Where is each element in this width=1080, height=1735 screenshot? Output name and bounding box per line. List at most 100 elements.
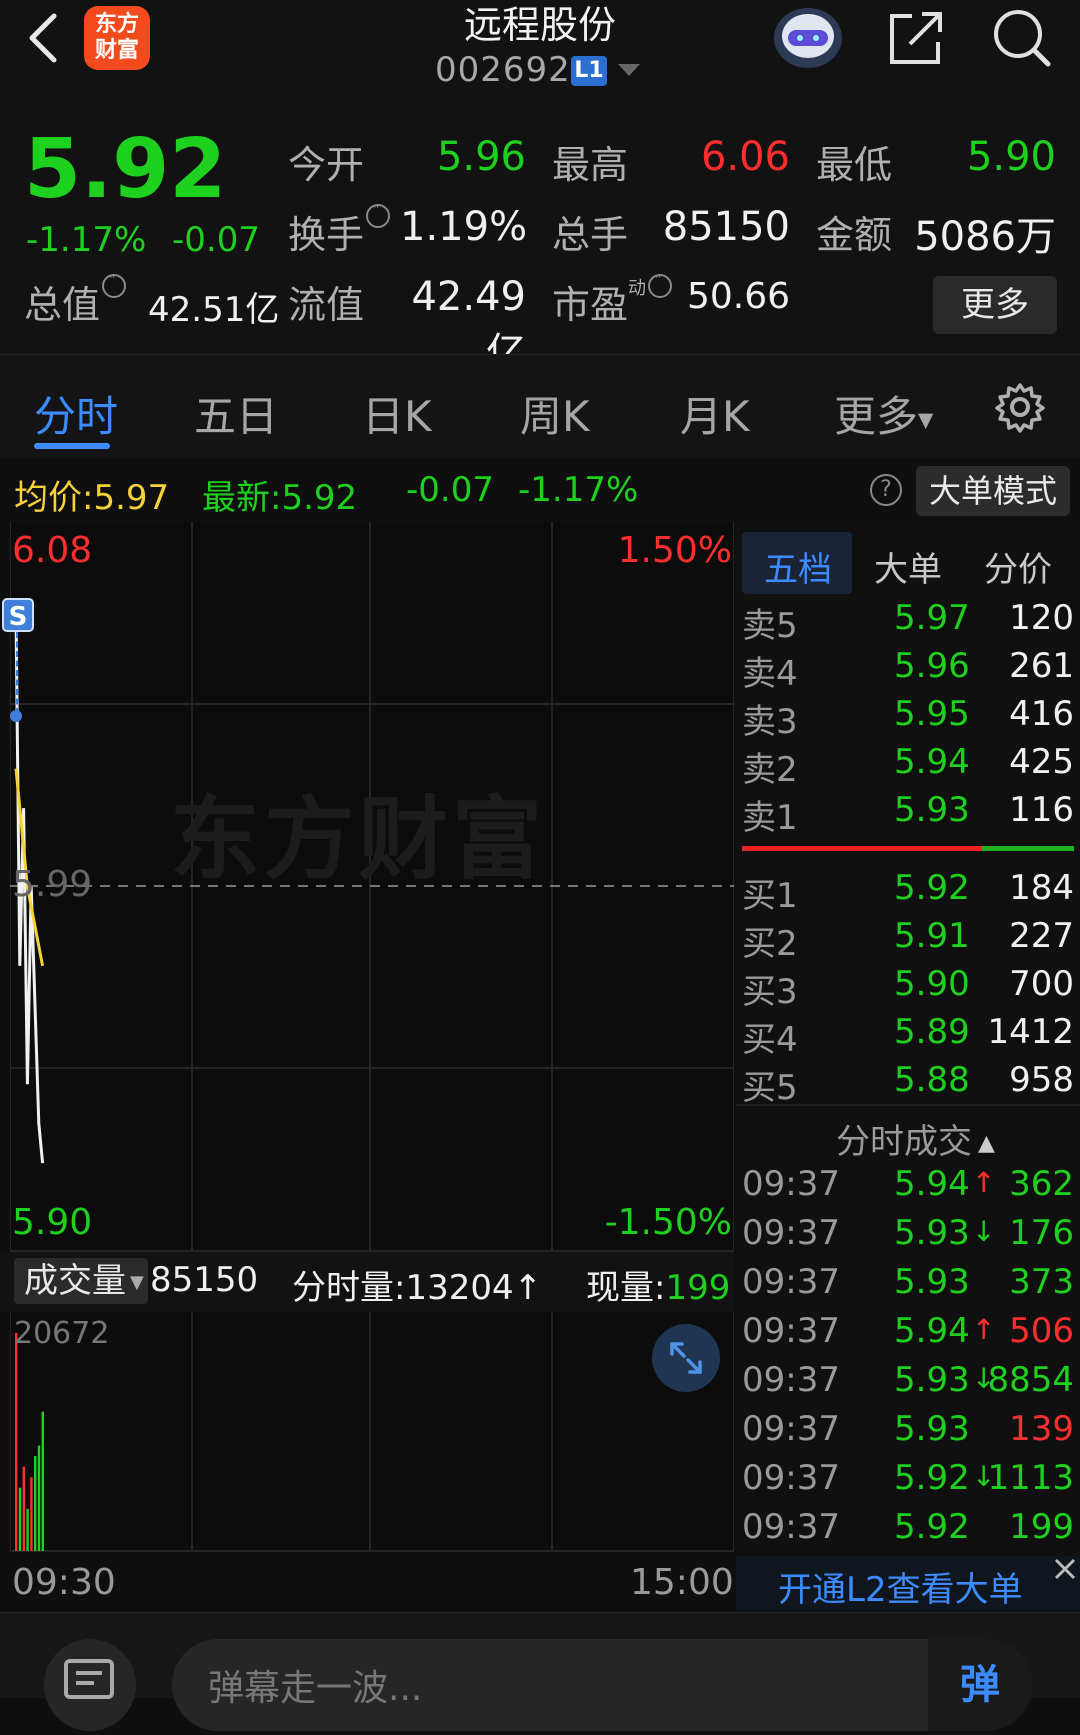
- tab-big-orders[interactable]: 大单: [874, 542, 942, 591]
- tab-five-day[interactable]: 五日: [194, 383, 278, 444]
- info-icon[interactable]: [102, 270, 127, 298]
- more-button[interactable]: 更多: [933, 276, 1057, 334]
- tick-time: 09:37: [742, 1262, 840, 1302]
- volume-chart[interactable]: 20672: [10, 1312, 734, 1552]
- bid-price: 5.88: [894, 1060, 970, 1100]
- y-axis-mid: 5.99: [12, 864, 93, 905]
- mktcap-label[interactable]: 总值: [24, 270, 127, 329]
- tab-daily-k[interactable]: 日K: [362, 383, 432, 444]
- ask-price: 5.96: [894, 646, 970, 686]
- expand-icon[interactable]: [652, 1324, 720, 1392]
- ask-price: 5.94: [894, 742, 970, 782]
- volume-label: 总手: [552, 213, 629, 257]
- bid-volume: 1412: [987, 1012, 1074, 1052]
- ask-label: 卖1: [742, 798, 798, 838]
- big-order-mode-button[interactable]: 大单模式: [916, 466, 1070, 516]
- bid-price: 5.90: [894, 964, 970, 1004]
- volume-bar: [18, 1487, 22, 1551]
- comment-icon[interactable]: [44, 1639, 136, 1731]
- volume-indicator-dropdown[interactable]: 成交量 ▼: [14, 1258, 148, 1304]
- volume-bar: [30, 1477, 33, 1551]
- bid-volume: 227: [1009, 916, 1074, 956]
- open-value: 5.96: [436, 134, 526, 180]
- pe-superscript: 动: [628, 278, 647, 299]
- caret-down-icon: ▼: [130, 1271, 144, 1293]
- now-volume-label: 现量:: [586, 1268, 666, 1308]
- close-icon[interactable]: [1050, 1554, 1080, 1584]
- share-icon[interactable]: [886, 8, 946, 68]
- info-icon[interactable]: [648, 270, 673, 298]
- danmu-input[interactable]: 弹幕走一波... 弹: [172, 1639, 1032, 1731]
- volume-bar: [26, 1508, 29, 1551]
- float-label: 流值: [288, 283, 365, 327]
- tab-intraday[interactable]: 分时: [34, 383, 118, 444]
- robot-avatar-icon[interactable]: [770, 2, 846, 72]
- open-label: 今开: [288, 143, 365, 187]
- down-arrow-icon: ↓: [972, 1215, 996, 1248]
- signal-dot: [10, 710, 22, 722]
- bid-volume: 184: [1009, 868, 1074, 908]
- tick-time: 09:37: [742, 1164, 840, 1204]
- period-tabs: 分时 五日 日K 周K 月K 更多▼: [0, 354, 1080, 460]
- signal-dashed-line: [16, 632, 18, 714]
- tab-monthly-k[interactable]: 月K: [680, 383, 750, 444]
- tick-volume: 8854: [987, 1360, 1074, 1400]
- up-arrow-icon: ↑: [972, 1166, 996, 1199]
- volume-value: 85150: [662, 204, 790, 250]
- current-price: 5.92: [24, 122, 227, 217]
- danmu-input-placeholder: 弹幕走一波...: [208, 1668, 423, 1709]
- tick-price: 5.93: [894, 1409, 970, 1449]
- avg-price: 均价:5.97: [14, 470, 169, 519]
- help-icon[interactable]: ?: [870, 474, 902, 506]
- stock-code: 002692: [435, 50, 571, 90]
- tick-volume: 1113: [987, 1458, 1074, 1498]
- bid-label: 买5: [742, 1068, 798, 1108]
- strip-change-percent: -1.17%: [518, 470, 639, 510]
- tick-time: 09:37: [742, 1507, 840, 1547]
- l2-promo-bar[interactable]: 开通L2查看大单: [736, 1556, 1080, 1610]
- ask-volume: 116: [1009, 790, 1074, 830]
- latest-price: 最新:5.92: [202, 470, 357, 519]
- x-axis-end: 15:00: [630, 1562, 734, 1603]
- tick-volume: 506: [1009, 1311, 1074, 1351]
- high-value: 6.06: [700, 134, 790, 180]
- tick-volume: 199: [1009, 1507, 1074, 1547]
- bid-price: 5.91: [894, 916, 970, 956]
- period-volume-label: 分时量:: [292, 1268, 406, 1308]
- volume-bar: [37, 1445, 41, 1551]
- info-icon[interactable]: [366, 200, 391, 228]
- ask-price: 5.97: [894, 598, 970, 638]
- volume-bar: [34, 1456, 37, 1551]
- ask-volume: 261: [1009, 646, 1074, 686]
- tab-five-levels[interactable]: 五档: [764, 542, 832, 591]
- level-badge[interactable]: L1: [571, 56, 607, 86]
- tick-price: 5.93: [894, 1262, 970, 1302]
- bid-price: 5.92: [894, 868, 970, 908]
- bid-volume: 958: [1009, 1060, 1074, 1100]
- ticks-title-text: 分时成交: [836, 1122, 972, 1162]
- pe-label[interactable]: 市盈动: [552, 270, 673, 329]
- signal-marker[interactable]: S: [2, 598, 34, 632]
- chevron-down-icon[interactable]: [618, 64, 640, 76]
- search-icon[interactable]: [990, 6, 1054, 70]
- tab-price-distribution[interactable]: 分价: [984, 542, 1052, 591]
- tick-volume: 373: [1009, 1262, 1074, 1302]
- settings-gear-icon[interactable]: [994, 381, 1046, 433]
- turnover-label[interactable]: 换手: [288, 200, 391, 259]
- tick-volume: 139: [1009, 1409, 1074, 1449]
- period-volume: 分时量:13204↑: [292, 1260, 542, 1309]
- up-arrow-icon: ↑: [513, 1268, 543, 1308]
- danmu-toggle-button[interactable]: 弹: [928, 1639, 1032, 1731]
- amount-label: 金额: [816, 213, 893, 257]
- tick-time: 09:37: [742, 1360, 840, 1400]
- avg-value: 5.97: [93, 478, 170, 518]
- caret-up-icon: ▲: [978, 1131, 995, 1156]
- tab-weekly-k[interactable]: 周K: [520, 383, 590, 444]
- change-amount: -0.07: [172, 220, 260, 260]
- bottom-bar: 弹幕走一波... 弹: [0, 1612, 1080, 1731]
- tab-more[interactable]: 更多▼: [834, 383, 933, 444]
- ask-price: 5.95: [894, 694, 970, 734]
- ask-volume: 416: [1009, 694, 1074, 734]
- ticks-title[interactable]: 分时成交 ▲: [836, 1114, 995, 1163]
- intraday-chart[interactable]: 东方财富 6.08 1.50% 5.99 5.90 -1.50% S: [2, 522, 734, 1252]
